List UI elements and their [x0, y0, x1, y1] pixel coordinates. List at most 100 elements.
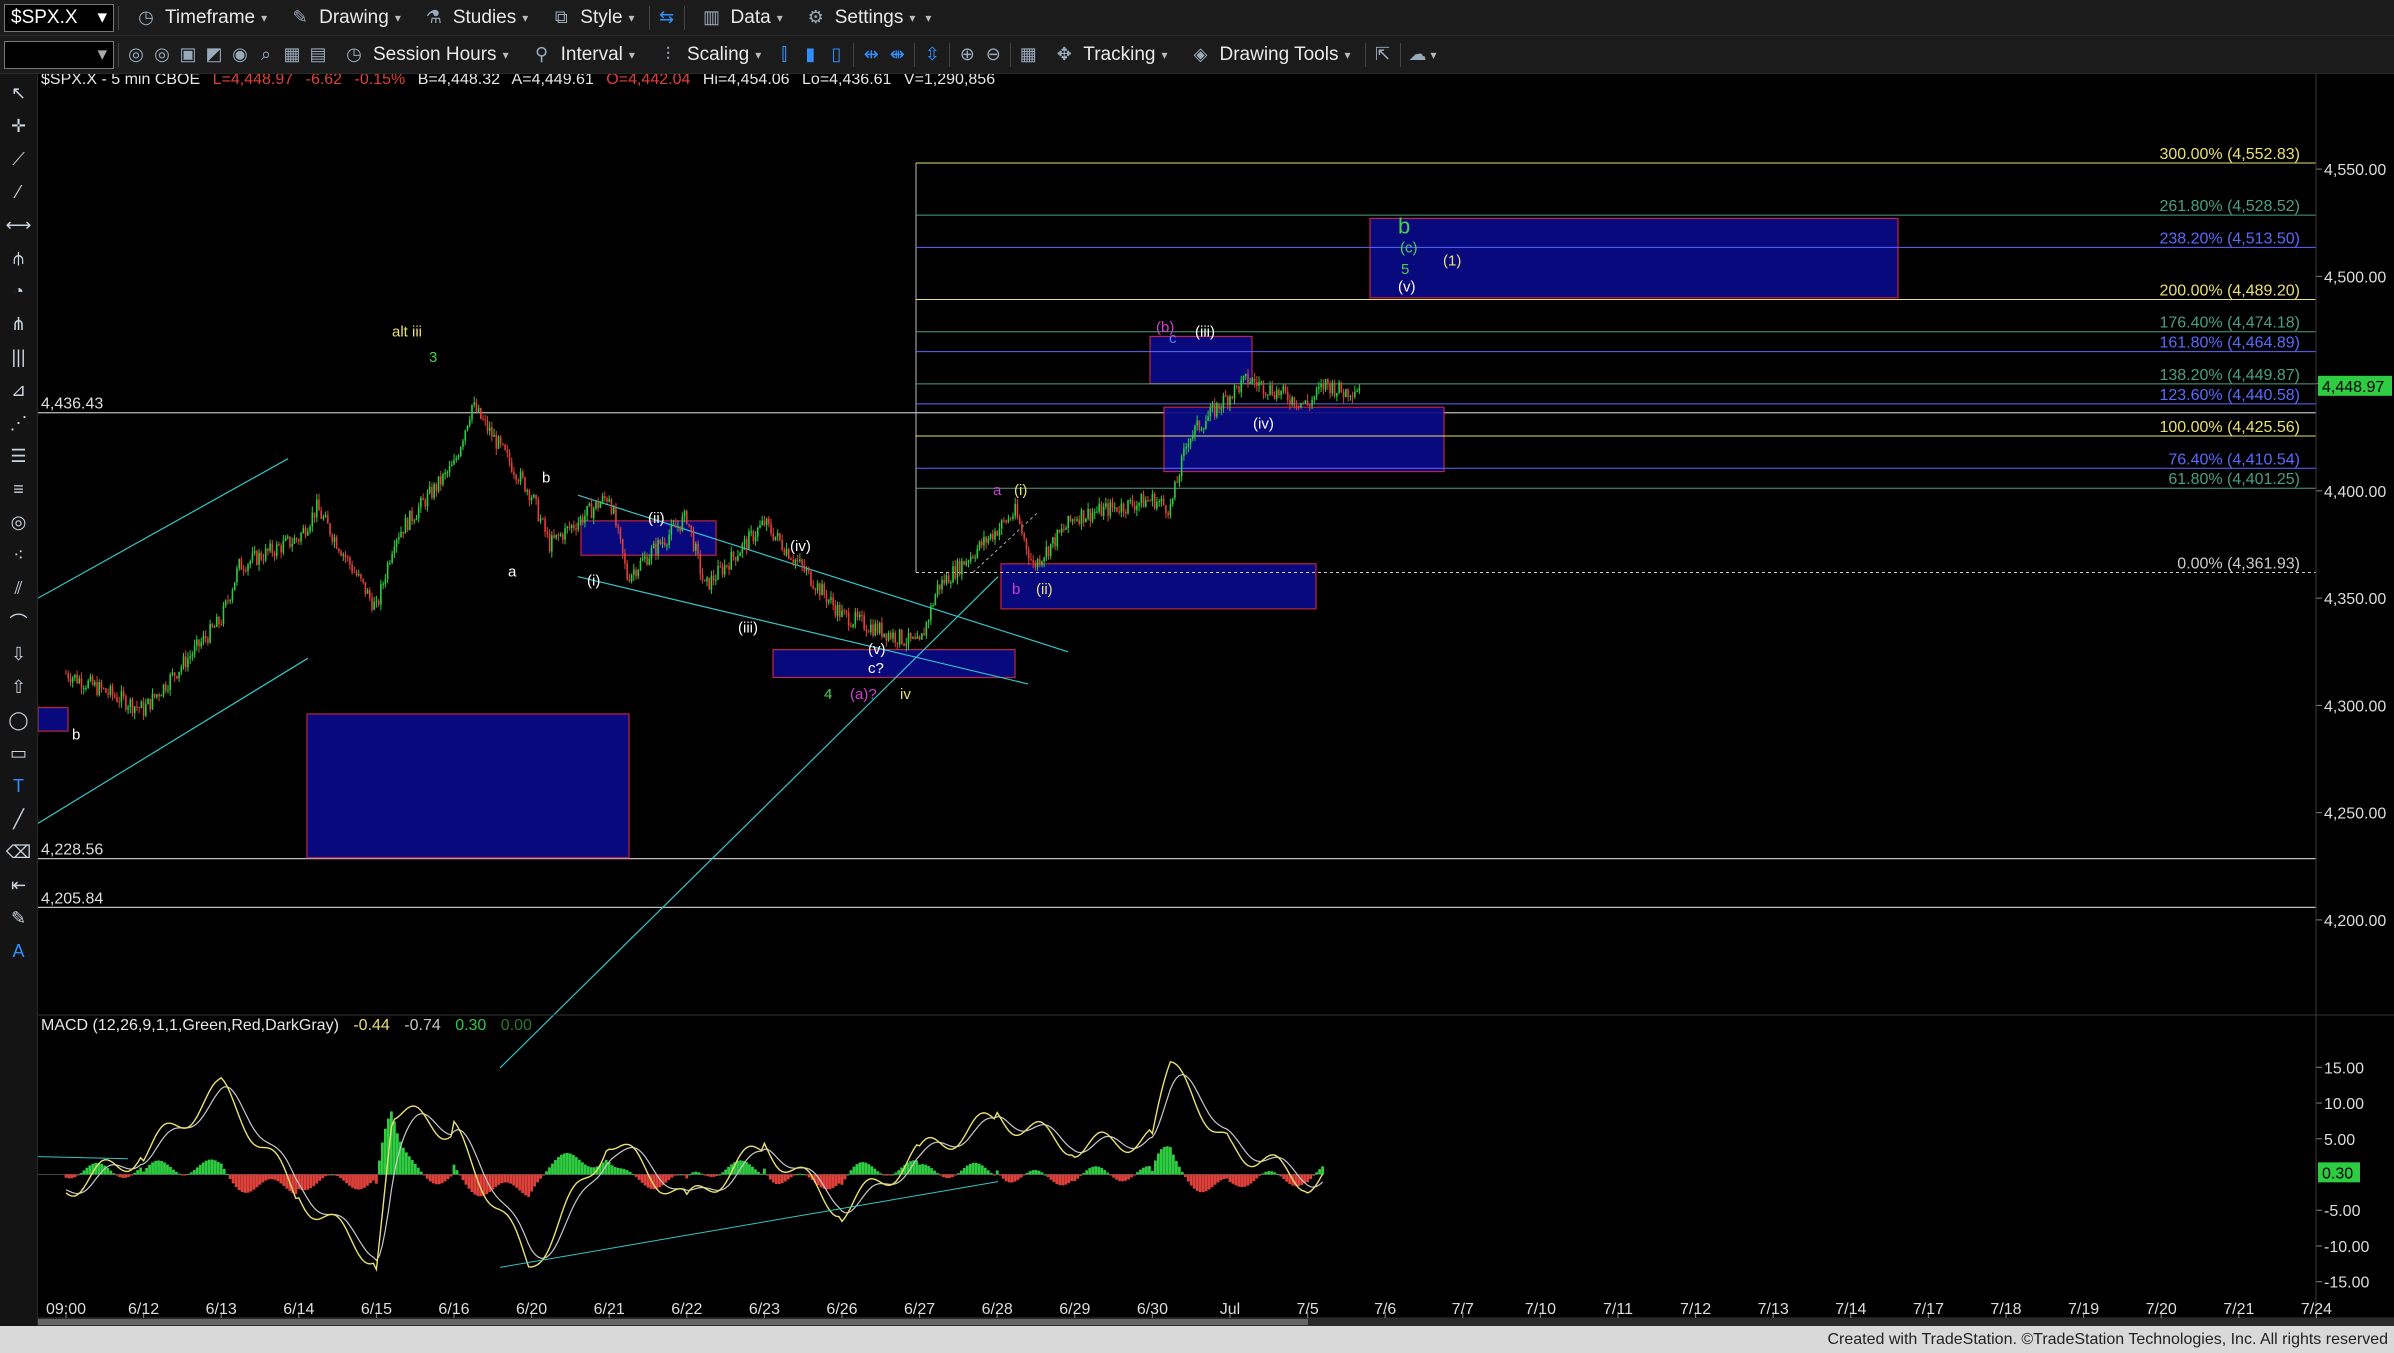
macd-histogram-bar — [915, 1160, 919, 1175]
candle-body — [1091, 513, 1094, 521]
zoom-in-icon[interactable]: ⊕ — [954, 42, 980, 68]
drawing-tools-menu[interactable]: ◈ Drawing Tools ▾ — [1177, 36, 1360, 73]
table-icon[interactable]: ▦ — [279, 42, 305, 68]
macd-histogram-bar — [124, 1174, 128, 1178]
eraser-icon[interactable]: ⌫ — [4, 839, 34, 866]
trendline-icon[interactable]: ⟋ — [4, 146, 34, 173]
candle-body — [371, 597, 373, 610]
macd-histogram-bar — [455, 1170, 459, 1175]
bars-icon[interactable]: ▮ — [797, 42, 823, 68]
candle-body — [420, 497, 422, 508]
arrow-down-icon[interactable]: ⇩ — [4, 641, 34, 668]
export-icon[interactable]: ⇱ — [1370, 42, 1396, 68]
arrow-up-icon[interactable]: ⇧ — [4, 674, 34, 701]
candle-body — [320, 510, 323, 519]
arc-icon[interactable]: ⌒ — [4, 608, 34, 635]
parallel-lines-icon[interactable]: ≡ — [4, 476, 34, 503]
channel-icon[interactable]: ⫽ — [4, 575, 34, 602]
window-icon[interactable]: ▣ — [175, 42, 201, 68]
drawing-menu[interactable]: ✎ Drawing ▾ — [277, 0, 411, 35]
columns-icon[interactable]: ▯ — [823, 42, 849, 68]
candle-body — [812, 585, 814, 589]
time-scrollbar[interactable] — [38, 1318, 2394, 1326]
link-window-icon[interactable]: ⇆ — [654, 5, 680, 31]
scaling-menu[interactable]: ⫶ Scaling ▾ — [645, 36, 771, 73]
paint-icon[interactable]: ✎ — [4, 905, 34, 932]
text-a-icon[interactable]: A — [4, 938, 34, 965]
candle-body — [196, 639, 198, 646]
andrews-pitchfork-icon[interactable]: ⋔ — [4, 311, 34, 338]
expand-icon[interactable]: ⇼ — [884, 42, 910, 68]
grid-icon[interactable]: ▦ — [1015, 42, 1041, 68]
cloud-icon[interactable]: ☁ — [1405, 42, 1431, 68]
crosshair-icon[interactable]: ✛ — [4, 113, 34, 140]
menu-lines-icon[interactable]: ☰ — [4, 443, 34, 470]
speed-lines-icon[interactable]: ⋰ — [4, 410, 34, 437]
search-detail-icon[interactable]: ⌕ — [253, 42, 279, 68]
extend-icon[interactable]: ⇤ — [4, 872, 34, 899]
dots-icon[interactable]: ⁖ — [4, 542, 34, 569]
bar-type-icon[interactable]: ◎ — [123, 42, 149, 68]
candle-body — [1118, 511, 1120, 513]
settings-menu[interactable]: ⚙ Settings ▾ — [793, 0, 926, 35]
header-change: -6.62 — [306, 74, 343, 88]
pencil-icon: ✎ — [292, 7, 308, 27]
image-icon[interactable]: ▤ — [305, 42, 331, 68]
scrollbar-thumb[interactable] — [38, 1319, 1308, 1325]
candle-body — [1140, 494, 1143, 503]
candle-body — [1171, 498, 1174, 505]
macd-histogram-bar — [533, 1174, 536, 1187]
session-hours-menu[interactable]: ◷ Session Hours ▾ — [331, 36, 519, 73]
macd-value-label: 0.30 — [2322, 1165, 2353, 1182]
candle-body — [1324, 379, 1327, 390]
candle-body — [415, 518, 418, 521]
macd-histogram-bar — [160, 1160, 163, 1175]
layout-icon[interactable]: ⇳ — [919, 42, 945, 68]
studies-menu[interactable]: ⚗ Studies ▾ — [411, 0, 538, 35]
tracking-menu[interactable]: ✥ Tracking ▾ — [1041, 36, 1177, 73]
macd-axis-label: -10.00 — [2324, 1239, 2369, 1256]
candle-body — [677, 526, 679, 528]
ellipse-icon[interactable]: ◯ — [4, 707, 34, 734]
rectangle-icon[interactable]: ▭ — [4, 740, 34, 767]
text-icon[interactable]: T — [4, 773, 34, 800]
data-menu[interactable]: ▥ Data ▾ — [689, 0, 793, 35]
candle-body — [974, 557, 976, 559]
vertical-lines-icon[interactable]: ||| — [4, 344, 34, 371]
line-icon[interactable]: ╱ — [4, 806, 34, 833]
target-icon[interactable]: ◉ — [227, 42, 253, 68]
interval-selector[interactable]: ▾ — [4, 40, 114, 69]
regression-icon[interactable]: ⊿ — [4, 377, 34, 404]
fibonacci-icon[interactable]: ⫛ — [4, 245, 34, 272]
macd-histogram-bar — [410, 1160, 414, 1175]
candle-body — [841, 610, 843, 617]
chart-icon[interactable]: ◩ — [201, 42, 227, 68]
interval-menu[interactable]: ⚲ Interval ▾ — [519, 36, 645, 73]
line-type-icon[interactable]: ◎ — [149, 42, 175, 68]
ray-icon[interactable]: ⁄ — [4, 179, 34, 206]
symbol-selector[interactable]: $SPX.X ▾ — [4, 3, 114, 32]
pointer-icon[interactable]: ↖ — [4, 80, 34, 107]
cycle-icon[interactable]: ◎ — [4, 509, 34, 536]
more-options-icon[interactable]: ▾ — [925, 11, 931, 25]
time-axis-label: 7/11 — [1603, 1301, 1633, 1318]
candles-icon[interactable]: ⫿ — [771, 42, 797, 68]
gann-icon[interactable]: ◔ — [4, 278, 34, 305]
horizontal-line-icon[interactable]: ⟷ — [4, 212, 34, 239]
candle-body — [364, 582, 367, 594]
macd-histogram-bar — [557, 1157, 560, 1175]
chart-area[interactable]: 4,550.004,500.004,450.004,400.004,350.00… — [38, 74, 2394, 1318]
zoom-out-icon[interactable]: ⊖ — [980, 42, 1006, 68]
more-options-icon[interactable]: ▾ — [1431, 48, 1437, 62]
timeframe-menu[interactable]: ◷ Timeframe ▾ — [123, 0, 277, 35]
candle-body — [209, 624, 211, 643]
macd-histogram-bar — [545, 1171, 548, 1175]
candle-body — [542, 518, 544, 520]
candle-body — [125, 696, 127, 710]
compress-icon[interactable]: ⇹ — [858, 42, 884, 68]
macd-histogram-bar — [225, 1174, 229, 1176]
separator — [1364, 42, 1366, 67]
macd-histogram-bar — [954, 1174, 957, 1176]
candle-body — [1027, 549, 1030, 560]
style-menu[interactable]: ⧉ Style ▾ — [538, 0, 644, 35]
